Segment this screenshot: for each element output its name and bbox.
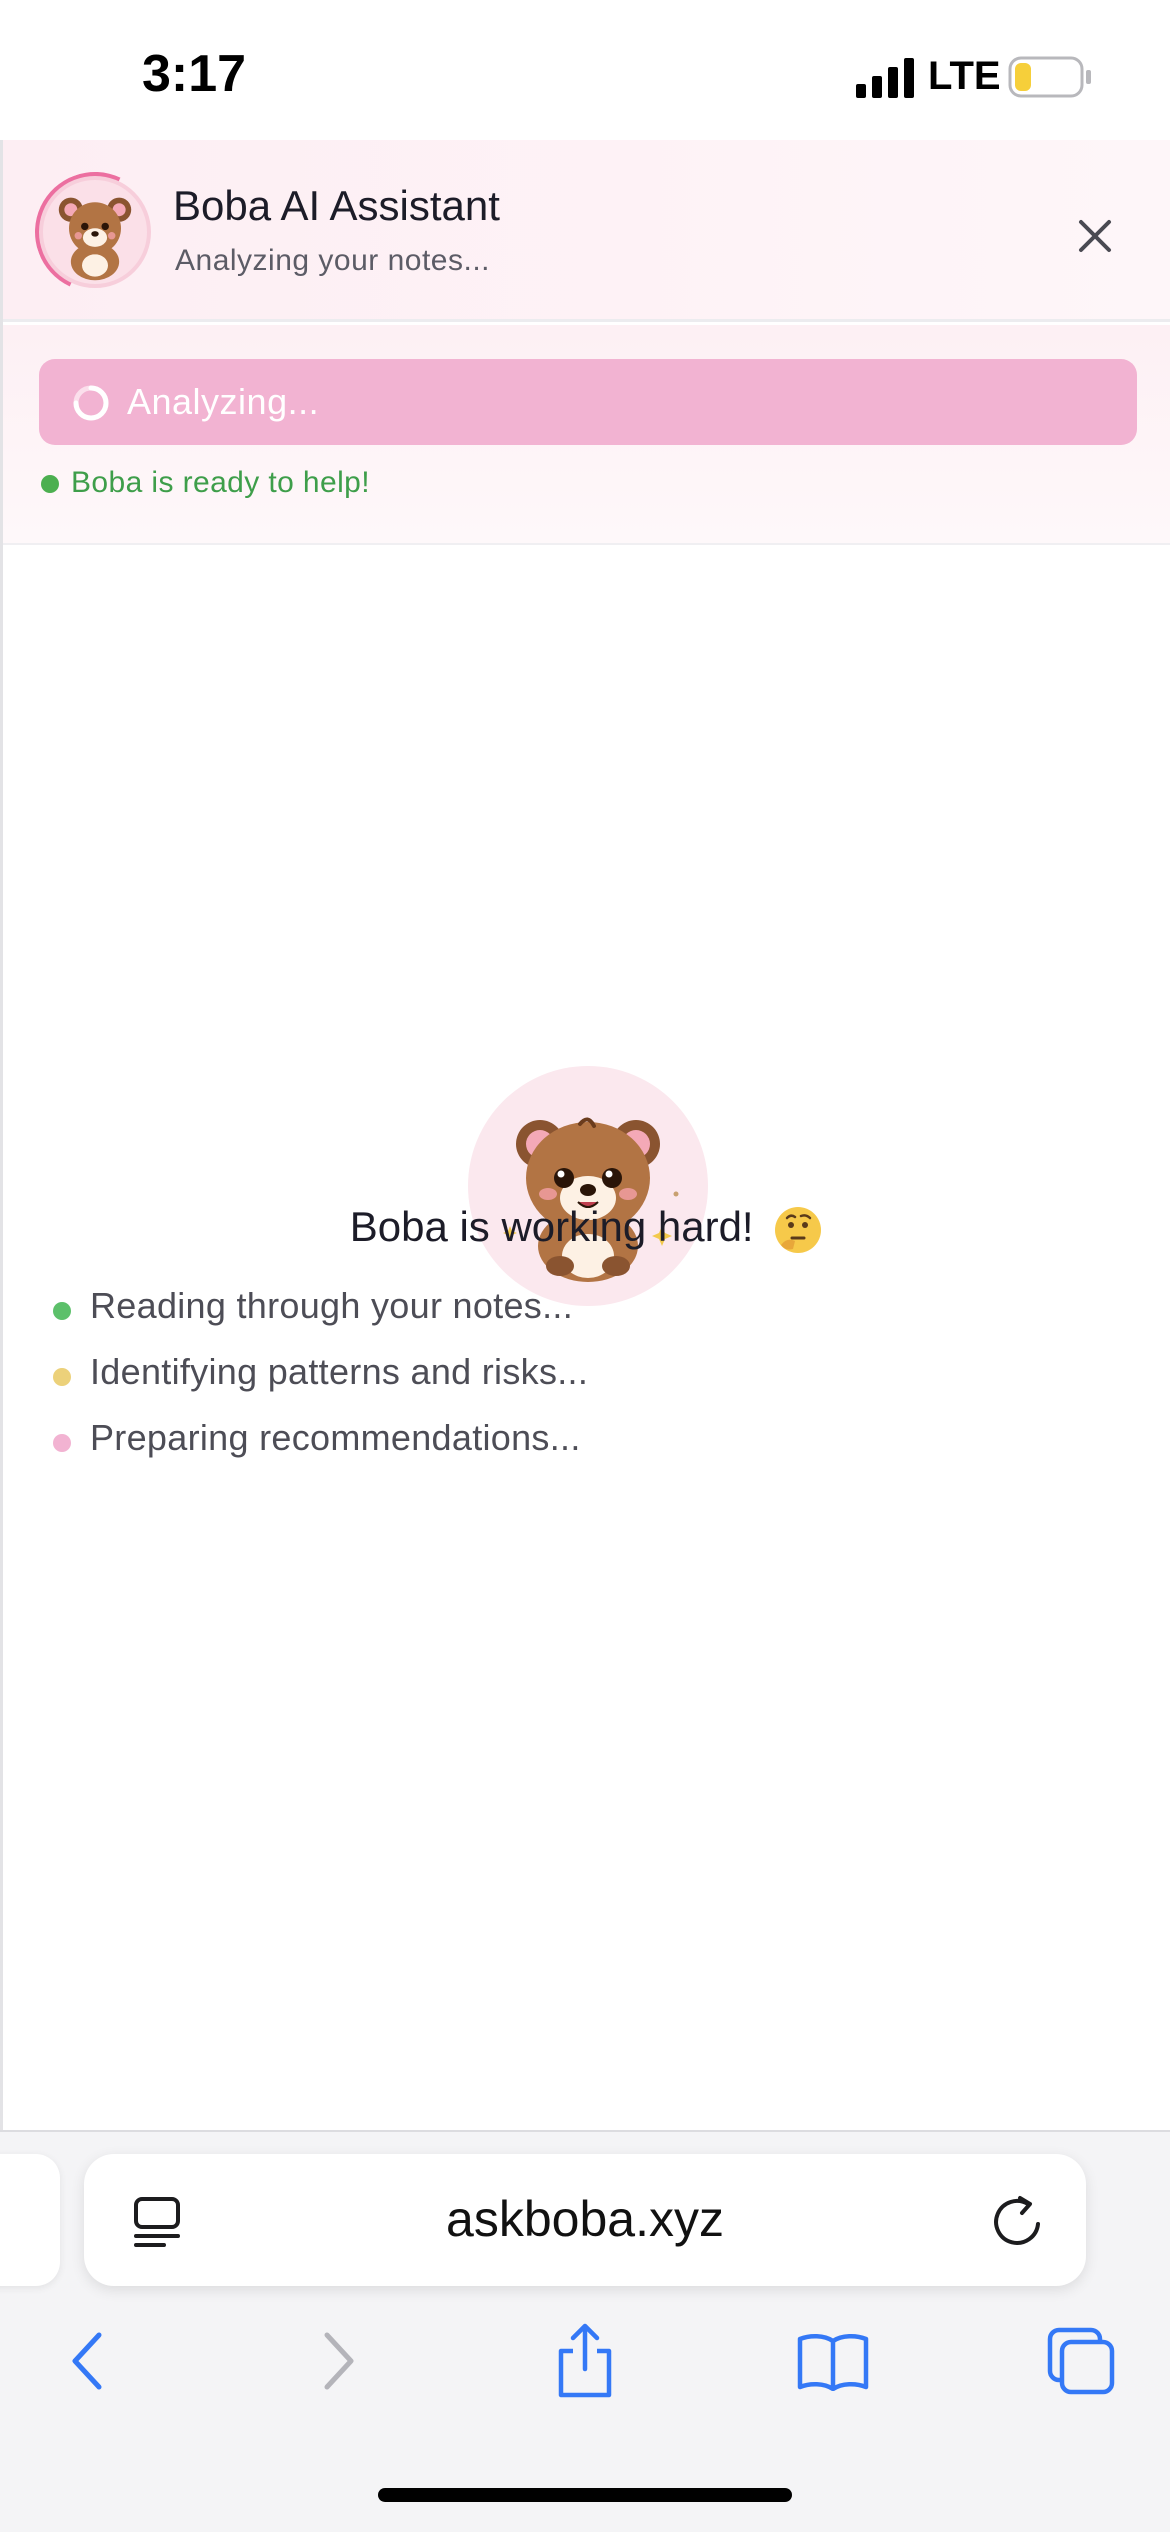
analyzing-button[interactable]: Analyzing... (39, 359, 1137, 445)
page: 3:17 LTE Boba AI Assistant Analyzing you… (0, 0, 1170, 2532)
close-button[interactable] (1067, 208, 1123, 264)
assistant-subtitle: Analyzing your notes... (175, 244, 491, 277)
back-icon (72, 2332, 102, 2390)
list-item: Preparing recommendations... (51, 1414, 1051, 1480)
step-text: Identifying patterns and risks... (90, 1351, 589, 1392)
thinking-face-icon (775, 1206, 822, 1253)
forward-button[interactable] (294, 2316, 384, 2406)
address-bar[interactable]: askboba.xyz (84, 2154, 1086, 2286)
step-dot (53, 1368, 71, 1386)
step-dot (53, 1434, 71, 1452)
forward-icon (324, 2332, 354, 2390)
home-indicator (378, 2488, 792, 2502)
bear-avatar-icon (39, 176, 151, 288)
back-button[interactable] (42, 2316, 132, 2406)
share-icon (558, 2323, 612, 2398)
list-item: Identifying patterns and risks... (51, 1348, 1051, 1414)
spinner-icon (73, 385, 109, 421)
working-title-text: Boba is working hard! (349, 1203, 754, 1250)
status-area: Analyzing... Boba is ready to help! (3, 325, 1170, 545)
progress-steps: Reading through your notes... Identifyin… (51, 1282, 1051, 1480)
bear-mascot-icon (468, 1066, 708, 1306)
step-text: Preparing recommendations... (90, 1417, 581, 1458)
share-button[interactable] (540, 2316, 630, 2406)
status-bar: 3:17 LTE (0, 0, 1170, 140)
battery-low-icon (1008, 56, 1091, 98)
ready-status-text: Boba is ready to help! (71, 466, 370, 499)
browser-bottom-bar: askboba.xyz (0, 2130, 1170, 2532)
reload-icon[interactable] (992, 2194, 1044, 2248)
bookmarks-button[interactable] (788, 2316, 878, 2406)
tabs-icon (1047, 2327, 1115, 2395)
assistant-header: Boba AI Assistant Analyzing your notes..… (3, 140, 1170, 322)
tabs-button[interactable] (1036, 2316, 1126, 2406)
analyzing-label: Analyzing... (127, 381, 320, 422)
working-title: Boba is working hard! (3, 1203, 1170, 1255)
url-text: askboba.xyz (446, 2191, 724, 2247)
previous-tab-card[interactable] (0, 2154, 60, 2286)
ready-status-dot (41, 475, 59, 493)
bookmarks-icon (797, 2334, 869, 2391)
step-dot (53, 1302, 71, 1320)
cellular-signal-icon (856, 58, 914, 98)
assistant-panel: Boba AI Assistant Analyzing your notes..… (0, 140, 1170, 2130)
step-text: Reading through your notes... (90, 1285, 574, 1326)
list-item: Reading through your notes... (51, 1282, 1051, 1348)
status-time: 3:17 (142, 45, 247, 103)
close-icon (1079, 220, 1111, 252)
network-label: LTE (928, 54, 1001, 98)
assistant-title: Boba AI Assistant (173, 182, 500, 229)
